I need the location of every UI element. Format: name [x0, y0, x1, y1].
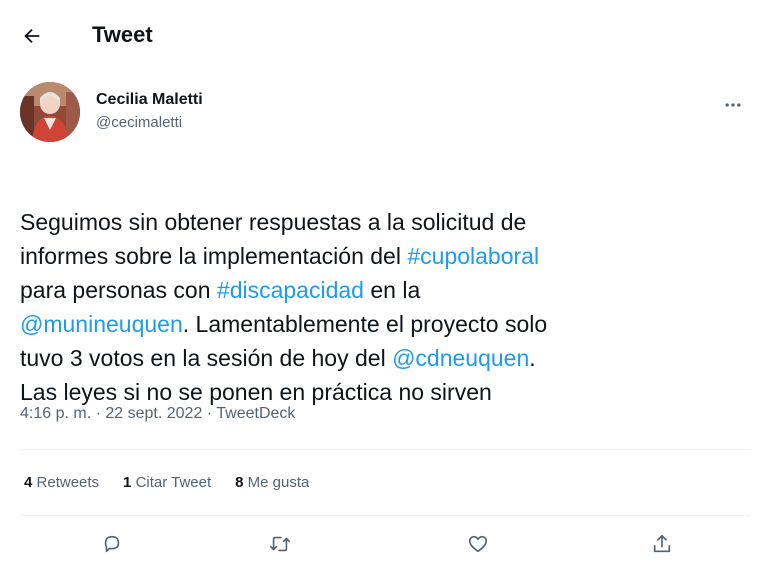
tweet-time[interactable]: 4:16 p. m. — [20, 405, 91, 422]
more-horizontal-icon — [723, 95, 743, 115]
tweet-stats: 4 Retweets 1 Citar Tweet 8 Me gusta — [24, 472, 309, 494]
divider — [20, 449, 750, 450]
mention-cdneuquen-link[interactable]: @cdneuquen — [392, 345, 529, 371]
meta-separator: · — [202, 405, 217, 422]
likes-stat[interactable]: 8 Me gusta — [235, 472, 309, 494]
author-handle[interactable]: @cecimaletti — [96, 113, 182, 133]
tweet-source[interactable]: TweetDeck — [216, 405, 295, 422]
back-button[interactable] — [14, 18, 50, 54]
hashtag-cupolaboral-link[interactable]: #cupolaboral — [407, 243, 539, 269]
mention-munineuquen-link[interactable]: @munineuquen — [20, 311, 183, 337]
reply-button[interactable] — [94, 526, 130, 562]
retweet-button[interactable] — [262, 526, 298, 562]
quotes-count: 1 — [123, 474, 132, 491]
reply-icon — [101, 533, 123, 555]
tweet-text-segment: para personas con — [20, 277, 211, 303]
arrow-left-icon — [21, 25, 43, 47]
share-icon — [651, 533, 673, 555]
tweet-meta: 4:16 p. m. · 22 sept. 2022 · TweetDeck — [20, 403, 295, 425]
hashtag-discapacidad-link[interactable]: #discapacidad — [217, 277, 364, 303]
tweet-author: Cecilia Maletti @cecimaletti — [20, 80, 750, 146]
retweets-count: 4 — [24, 474, 33, 491]
retweet-icon — [268, 533, 292, 555]
tweet-date[interactable]: 22 sept. 2022 — [105, 405, 202, 422]
more-button[interactable] — [716, 88, 750, 122]
share-button[interactable] — [644, 526, 680, 562]
quotes-label: Citar Tweet — [135, 474, 212, 491]
tweet-page: Tweet Cecilia Maletti @cecimaletti Segui… — [0, 0, 768, 576]
tweet-text: Seguimos sin obtener respuestas a la sol… — [20, 171, 740, 409]
likes-count: 8 — [235, 474, 244, 491]
tweet-text-segment: en la — [370, 277, 421, 303]
likes-label: Me gusta — [247, 474, 310, 491]
header: Tweet — [0, 0, 768, 68]
like-button[interactable] — [460, 526, 496, 562]
heart-icon — [467, 533, 489, 555]
divider — [20, 515, 750, 516]
retweets-stat[interactable]: 4 Retweets — [24, 472, 99, 494]
author-name[interactable]: Cecilia Maletti — [96, 90, 203, 110]
avatar[interactable] — [20, 82, 80, 142]
page-title: Tweet — [92, 22, 153, 47]
retweets-label: Retweets — [36, 474, 100, 491]
tweet-actions — [20, 526, 750, 566]
meta-separator: · — [91, 405, 106, 422]
quotes-stat[interactable]: 1 Citar Tweet — [123, 472, 211, 494]
